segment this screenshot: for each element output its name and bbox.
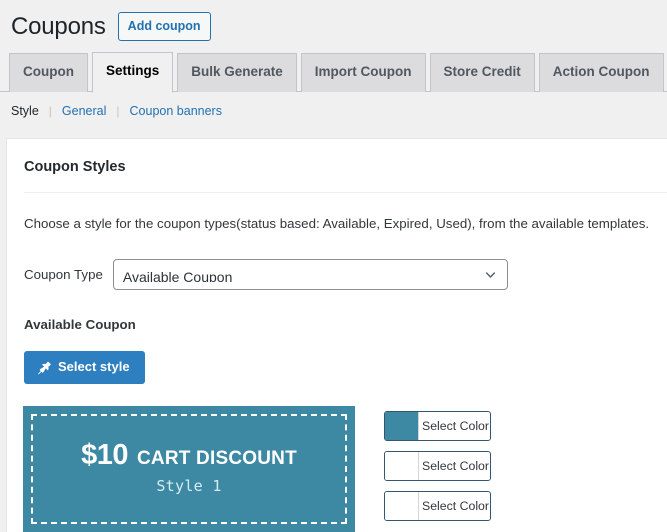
subnav-divider: | <box>48 104 52 118</box>
select-color-label-3: Select Color <box>422 499 489 514</box>
tab-action-coupon[interactable]: Action Coupon <box>538 53 664 92</box>
color-swatch-1[interactable] <box>385 412 419 441</box>
color-pickers: Select Color Select Color Select Color <box>384 406 491 522</box>
color-swatch-3[interactable] <box>385 492 419 521</box>
subnav-divider: | <box>116 104 120 118</box>
coupon-preview-inner: $10 CART DISCOUNT Style 1 <box>31 414 347 525</box>
panel-title: Coupon Styles <box>24 159 126 175</box>
tab-settings[interactable]: Settings <box>91 52 174 93</box>
color-picker-2[interactable]: Select Color <box>384 451 491 482</box>
add-coupon-button[interactable]: Add coupon <box>117 11 211 42</box>
coupon-headline: $10 CART DISCOUNT <box>81 441 297 470</box>
pin-icon <box>38 361 51 375</box>
coupon-amount: $10 <box>81 439 128 472</box>
nav-tabs: Coupon Settings Bulk Generate Import Cou… <box>0 50 667 93</box>
coupon-type-select[interactable]: Available Coupon <box>112 259 508 291</box>
subnav-item-general[interactable]: General <box>60 104 108 118</box>
coupon-type-row: Coupon Type Available Coupon <box>7 234 667 291</box>
coupon-label: CART DISCOUNT <box>137 448 297 470</box>
subnav-item-style[interactable]: Style <box>9 104 41 118</box>
panel-description: Choose a style for the coupon types(stat… <box>24 216 650 232</box>
coupon-preview-card[interactable]: $10 CART DISCOUNT Style 1 <box>23 406 355 532</box>
select-color-label-2: Select Color <box>422 459 489 474</box>
page-title: Coupons <box>11 12 106 40</box>
coupon-type-select-wrapper: Available Coupon <box>112 259 508 291</box>
select-style-button-label: Select style <box>58 359 130 375</box>
subnav: Style | General | Coupon banners <box>0 92 667 120</box>
color-picker-3[interactable]: Select Color <box>384 491 491 522</box>
coupon-type-label: Coupon Type <box>24 267 103 283</box>
select-style-button[interactable]: Select style <box>24 351 145 385</box>
tab-import-coupon[interactable]: Import Coupon <box>300 53 426 92</box>
tab-coupon[interactable]: Coupon <box>9 53 88 92</box>
color-swatch-2[interactable] <box>385 452 419 481</box>
subnav-item-coupon-banners[interactable]: Coupon banners <box>128 104 224 118</box>
available-coupon-subtitle: Available Coupon <box>24 317 136 333</box>
coupon-style-name: Style 1 <box>156 477 222 496</box>
select-color-label-1: Select Color <box>422 419 489 434</box>
tab-store-credit[interactable]: Store Credit <box>429 53 535 92</box>
preview-area: $10 CART DISCOUNT Style 1 Select Color S… <box>7 384 667 532</box>
tab-bulk-generate[interactable]: Bulk Generate <box>177 53 297 92</box>
color-picker-1[interactable]: Select Color <box>384 411 491 442</box>
page-header: Coupons Add coupon <box>0 0 667 44</box>
coupon-styles-panel: Coupon Styles Choose a style for the cou… <box>6 138 667 532</box>
